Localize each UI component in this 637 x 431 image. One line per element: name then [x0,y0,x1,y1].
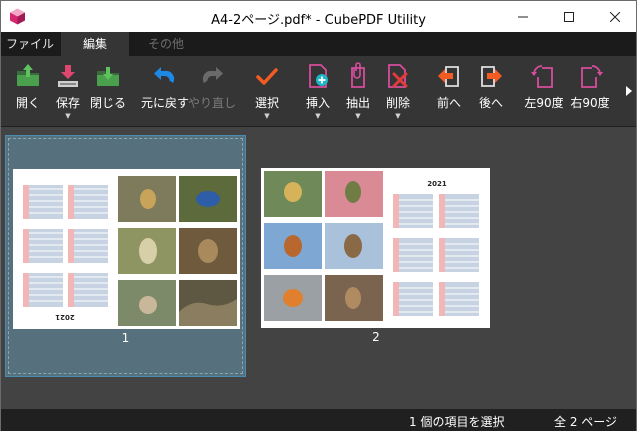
app-window: A4-2ページ.pdf* - CubePDF Utility ファイル 編集 そ… [0,0,637,431]
select-check-icon [256,68,278,85]
ribbon-toolbar: 開く 保存 ▼ 閉じる 元に戻す やり直し 選択 ▼ 挿入 ▼ 抽出 ▼ 削除 … [1,56,636,127]
insert-icon [309,64,328,88]
select-button[interactable]: 選択 ▼ [249,56,285,127]
page-number-1: 1 [121,331,130,345]
insert-label: 挿入 [305,96,330,110]
select-label: 選択 [254,96,279,110]
undo-label: 元に戻す [140,96,189,110]
move-previous-button[interactable]: 前へ [431,56,467,127]
close-document-icon [97,67,119,86]
maximize-icon [564,11,574,22]
delete-dropdown-arrow: ▼ [395,112,401,120]
extract-label: 抽出 [345,96,370,110]
delete-button[interactable]: 削除 ▼ [380,56,416,127]
tab-other: その他 [147,37,184,51]
maximize-button[interactable] [546,1,592,32]
rotate-left-icon [531,65,553,88]
open-label: 開く [15,96,40,110]
minimize-button[interactable] [500,1,546,32]
insert-dropdown-arrow: ▼ [315,112,321,120]
page-2-year: 2021 [427,180,447,188]
selection-count-text: 1 個の項目を選択 [409,415,505,429]
delete-label: 削除 [385,96,410,110]
save-button[interactable]: 保存 ▼ [50,56,86,127]
total-pages-text: 全 2 ページ [554,415,618,429]
open-button[interactable]: 開く [10,56,46,127]
undo-button[interactable]: 元に戻す [139,56,191,127]
close-document-button[interactable]: 閉じる [88,56,128,127]
page-1-year: 2021 [55,313,75,321]
rotate-right-button[interactable]: 右90度 [567,56,613,127]
delete-icon [388,64,408,88]
redo-label: やり直し [188,96,237,110]
extract-icon [351,62,365,88]
rotate-left-button[interactable]: 左90度 [521,56,567,127]
open-icon [17,64,39,86]
tab-file[interactable]: ファイル [1,32,59,56]
move-next-icon [481,66,502,87]
close-icon [610,11,620,22]
rotate-right-label: 右90度 [570,96,610,110]
ribbon-tab-bar: ファイル 編集 その他 [1,32,636,56]
page-2-preview: 2021 [261,168,490,328]
move-next-button[interactable]: 後へ [473,56,509,127]
insert-button[interactable]: 挿入 ▼ [300,56,336,127]
page-thumbnail-2[interactable]: 2021 2 [258,135,494,377]
page-1-preview: 2021 [13,169,240,329]
extract-dropdown-arrow: ▼ [355,112,361,120]
move-next-label: 後へ [478,96,503,110]
undo-icon [154,67,175,83]
chevron-right-icon[interactable] [625,86,633,96]
rotate-left-label: 左90度 [524,96,564,110]
select-dropdown-arrow: ▼ [264,112,270,120]
minimize-icon [518,16,528,17]
save-icon [58,65,78,87]
redo-icon [202,67,223,83]
status-bar: 1 個の項目を選択 全 2 ページ [1,409,636,431]
extract-button[interactable]: 抽出 ▼ [340,56,376,127]
move-previous-icon [438,66,459,87]
rotate-right-icon [581,65,603,88]
close-document-label: 閉じる [89,96,126,110]
page-thumbnail-area[interactable]: 2021 1 2021 2 [1,127,636,409]
redo-button: やり直し [188,56,237,127]
save-label: 保存 [55,96,80,110]
page-thumbnail-1[interactable]: 2021 1 [5,135,246,377]
move-previous-label: 前へ [436,96,461,110]
title-bar: A4-2ページ.pdf* - CubePDF Utility [1,1,636,32]
save-dropdown-arrow: ▼ [65,112,71,120]
close-window-button[interactable] [592,1,637,32]
tab-edit[interactable]: 編集 [61,32,129,56]
page-number-2: 2 [372,330,380,344]
